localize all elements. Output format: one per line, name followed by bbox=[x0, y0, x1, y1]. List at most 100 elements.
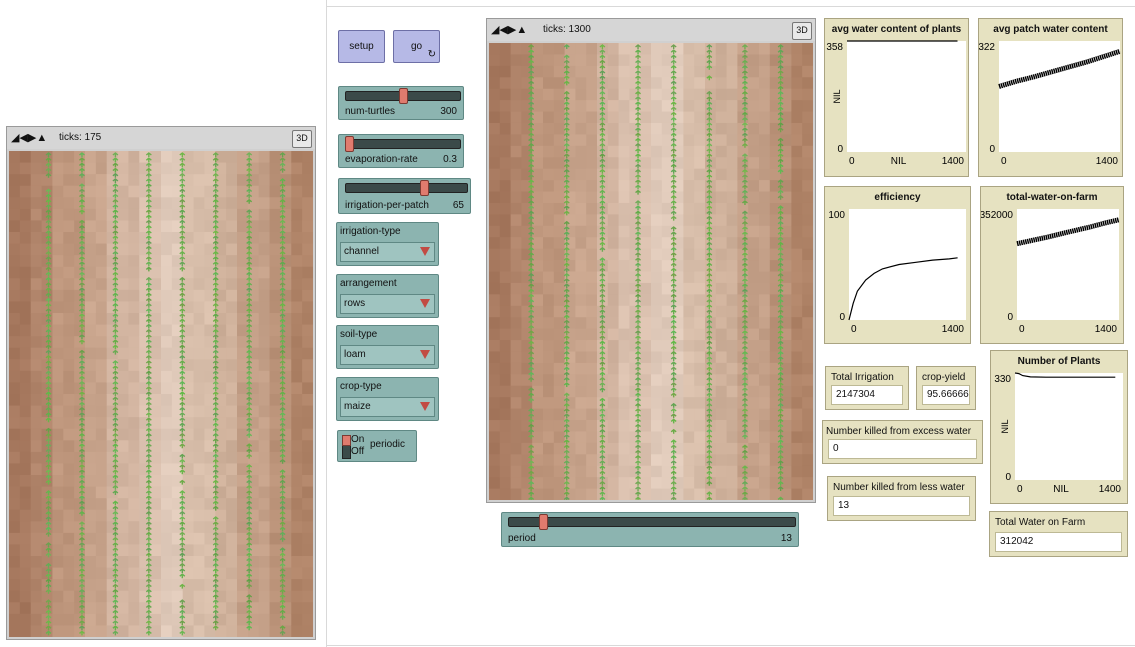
slider-track[interactable] bbox=[508, 517, 796, 527]
period-slider[interactable]: period 13 bbox=[501, 512, 799, 547]
soil-patch bbox=[499, 191, 512, 204]
soil-type-select[interactable]: loam bbox=[340, 345, 435, 365]
soil-patch bbox=[63, 498, 75, 511]
switch-toggle[interactable] bbox=[342, 435, 351, 459]
setup-button[interactable]: setup bbox=[338, 30, 385, 63]
soil-patch bbox=[269, 382, 282, 395]
soil-patch bbox=[63, 417, 75, 430]
soil-patch bbox=[607, 77, 620, 90]
soil-patch bbox=[726, 477, 738, 490]
slider-track[interactable] bbox=[345, 183, 468, 193]
soil-patch bbox=[95, 394, 108, 407]
soil-patch bbox=[106, 509, 119, 522]
soil-patch bbox=[161, 382, 173, 395]
soil-patch bbox=[63, 266, 75, 279]
soil-patch bbox=[499, 145, 512, 158]
soil-patch bbox=[532, 202, 544, 215]
main-3d-button[interactable]: 3D bbox=[792, 22, 812, 40]
soil-patch bbox=[651, 191, 663, 204]
soil-patch bbox=[802, 237, 813, 250]
periodic-switch[interactable]: On Off periodic bbox=[337, 430, 417, 462]
soil-patch bbox=[19, 475, 32, 488]
soil-patch bbox=[759, 180, 771, 193]
soil-patch bbox=[63, 475, 75, 488]
soil-patch bbox=[128, 394, 140, 407]
view-speed-icon[interactable]: ◢◀▶▲ bbox=[11, 132, 47, 144]
soil-patch bbox=[543, 157, 555, 170]
crop-type-select[interactable]: maize bbox=[340, 397, 435, 417]
soil-patch bbox=[95, 232, 108, 245]
soil-patch bbox=[63, 556, 75, 569]
soil-patch bbox=[95, 151, 108, 164]
soil-patch bbox=[226, 613, 238, 627]
soil-patch bbox=[63, 255, 75, 268]
soil-patch bbox=[618, 328, 630, 341]
soil-patch bbox=[52, 498, 64, 511]
irrigation-type-select[interactable]: channel bbox=[340, 242, 435, 262]
soil-patch bbox=[150, 347, 162, 360]
soil-patch bbox=[150, 208, 162, 222]
soil-patch bbox=[95, 486, 108, 499]
soil-patch bbox=[575, 397, 587, 410]
irrigation-per-patch-slider[interactable]: irrigation-per-patch 65 bbox=[338, 178, 471, 214]
soil-patch bbox=[19, 382, 32, 395]
soil-patch bbox=[748, 202, 760, 215]
soil-patch bbox=[161, 556, 173, 569]
soil-patch bbox=[640, 431, 652, 444]
soil-patch bbox=[19, 185, 32, 198]
slider-knob[interactable] bbox=[539, 514, 548, 530]
soil-patch bbox=[128, 556, 140, 569]
soil-patch bbox=[52, 313, 64, 326]
y-axis-label: NIL bbox=[1000, 419, 1010, 433]
soil-patch bbox=[532, 145, 544, 158]
soil-patch bbox=[715, 282, 728, 295]
left-ticks-label: ticks: 175 bbox=[59, 132, 102, 143]
soil-patch bbox=[269, 417, 282, 430]
soil-patch bbox=[85, 498, 97, 511]
irrigation-type-chooser[interactable]: irrigation-type channel bbox=[336, 222, 439, 266]
crop-type-chooser[interactable]: crop-type maize bbox=[336, 377, 439, 421]
interface-top-border bbox=[326, 6, 1135, 7]
monitor-value: 312042 bbox=[1000, 536, 1034, 547]
slider-knob[interactable] bbox=[345, 136, 354, 152]
soil-patch bbox=[543, 248, 555, 261]
soil-patch bbox=[489, 43, 501, 56]
soil-patch bbox=[74, 313, 86, 326]
soil-patch bbox=[510, 362, 522, 375]
soil-patch bbox=[193, 417, 206, 430]
soil-patch bbox=[726, 191, 738, 204]
soil-patch bbox=[748, 442, 760, 455]
soil-patch bbox=[726, 282, 738, 295]
soil-patch bbox=[543, 100, 555, 113]
soil-patch bbox=[759, 214, 771, 227]
evaporation-rate-slider[interactable]: evaporation-rate 0.3 bbox=[338, 134, 464, 168]
soil-patch bbox=[661, 328, 674, 341]
soil-patch bbox=[499, 442, 512, 455]
x-max-tick: 1400 bbox=[942, 324, 965, 335]
soil-patch bbox=[85, 370, 97, 384]
soil-patch bbox=[74, 509, 86, 522]
soil-patch bbox=[489, 488, 501, 500]
slider-knob[interactable] bbox=[399, 88, 408, 104]
view-speed-icon[interactable]: ◢◀▶▲ bbox=[491, 24, 527, 36]
go-button[interactable]: go ↻ bbox=[393, 30, 440, 63]
arrangement-select[interactable]: rows bbox=[340, 294, 435, 314]
soil-patch bbox=[769, 214, 782, 227]
soil-patch bbox=[30, 613, 43, 627]
soil-patch bbox=[117, 509, 130, 522]
left-3d-button[interactable]: 3D bbox=[292, 130, 312, 148]
soil-patch bbox=[780, 442, 792, 455]
soil-type-chooser[interactable]: soil-type loam bbox=[336, 325, 439, 369]
slider-knob[interactable] bbox=[420, 180, 429, 196]
soil-patch bbox=[748, 305, 760, 318]
soil-patch bbox=[791, 54, 803, 67]
slider-track[interactable] bbox=[345, 139, 461, 149]
soil-patch bbox=[618, 191, 630, 204]
soil-patch bbox=[269, 394, 282, 407]
soil-patch bbox=[586, 202, 598, 215]
soil-patch bbox=[161, 174, 173, 187]
soil-patch bbox=[302, 509, 313, 522]
arrangement-chooser[interactable]: arrangement rows bbox=[336, 274, 439, 318]
num-turtles-slider[interactable]: num-turtles 300 bbox=[338, 86, 464, 120]
soil-patch bbox=[117, 417, 130, 430]
